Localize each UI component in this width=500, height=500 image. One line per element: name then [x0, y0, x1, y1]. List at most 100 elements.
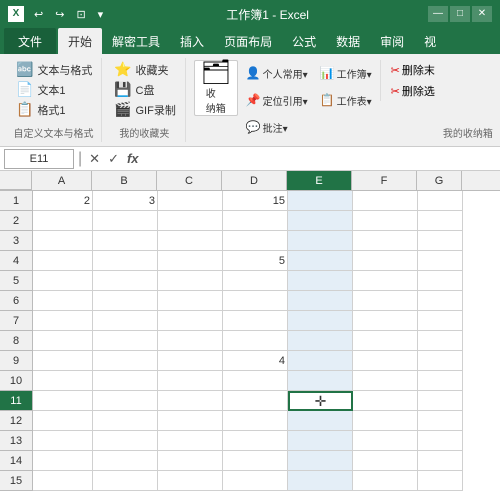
personal-button[interactable]: 👤 个人常用▾ — [242, 60, 312, 86]
tab-formula[interactable]: 公式 — [282, 28, 326, 54]
cell-b10[interactable] — [93, 371, 158, 391]
cell-f3[interactable] — [353, 231, 418, 251]
cell-a10[interactable] — [33, 371, 93, 391]
cell-g4[interactable] — [418, 251, 463, 271]
cell-g1[interactable] — [418, 191, 463, 211]
text-format-button[interactable]: 🔤 文本与格式 — [12, 60, 96, 79]
cell-c15[interactable] — [158, 471, 223, 491]
cell-f13[interactable] — [353, 431, 418, 451]
cell-e9[interactable] — [288, 351, 353, 371]
col-header-b[interactable]: B — [92, 171, 157, 190]
cell-a6[interactable] — [33, 291, 93, 311]
cell-a2[interactable] — [33, 211, 93, 231]
cell-e10[interactable] — [288, 371, 353, 391]
cell-g13[interactable] — [418, 431, 463, 451]
cell-c6[interactable] — [158, 291, 223, 311]
cell-d4[interactable]: 5 — [223, 251, 288, 271]
cell-f8[interactable] — [353, 331, 418, 351]
cell-g15[interactable] — [418, 471, 463, 491]
cell-b8[interactable] — [93, 331, 158, 351]
tab-view[interactable]: 视 — [414, 28, 446, 54]
cell-c1[interactable] — [158, 191, 223, 211]
inbox-button[interactable]: 🗂 收纳箱 — [194, 60, 238, 116]
cell-a9[interactable] — [33, 351, 93, 371]
cell-f12[interactable] — [353, 411, 418, 431]
cell-b12[interactable] — [93, 411, 158, 431]
cell-f2[interactable] — [353, 211, 418, 231]
col-header-d[interactable]: D — [222, 171, 287, 190]
worksheet-button[interactable]: 📋 工作表▾ — [316, 87, 376, 113]
locate-button[interactable]: 📌 定位引用▾ — [242, 87, 312, 113]
cell-b6[interactable] — [93, 291, 158, 311]
cell-b7[interactable] — [93, 311, 158, 331]
cell-f6[interactable] — [353, 291, 418, 311]
row-header-10[interactable]: 10 — [0, 371, 32, 391]
row-header-9[interactable]: 9 — [0, 351, 32, 371]
cell-b13[interactable] — [93, 431, 158, 451]
col-header-e[interactable]: E — [287, 171, 352, 190]
cell-c8[interactable] — [158, 331, 223, 351]
cell-d7[interactable] — [223, 311, 288, 331]
cell-e14[interactable] — [288, 451, 353, 471]
cell-f7[interactable] — [353, 311, 418, 331]
confirm-formula-button[interactable]: ✓ — [105, 151, 122, 167]
cdisk-button[interactable]: 💾 C盘 — [110, 80, 180, 99]
cell-b9[interactable] — [93, 351, 158, 371]
cell-d11[interactable] — [223, 391, 288, 411]
row-header-5[interactable]: 5 — [0, 271, 32, 291]
cell-c3[interactable] — [158, 231, 223, 251]
cell-b14[interactable] — [93, 451, 158, 471]
cell-a11[interactable] — [33, 391, 93, 411]
cell-a7[interactable] — [33, 311, 93, 331]
cell-g7[interactable] — [418, 311, 463, 331]
cancel-formula-button[interactable]: ✕ — [86, 151, 103, 167]
cell-g8[interactable] — [418, 331, 463, 351]
cell-g5[interactable] — [418, 271, 463, 291]
cell-e3[interactable] — [288, 231, 353, 251]
save-button[interactable]: ⊡ — [72, 6, 89, 23]
row-header-6[interactable]: 6 — [0, 291, 32, 311]
cell-b1[interactable]: 3 — [93, 191, 158, 211]
cell-a13[interactable] — [33, 431, 93, 451]
cell-a15[interactable] — [33, 471, 93, 491]
cell-b11[interactable] — [93, 391, 158, 411]
row-header-2[interactable]: 2 — [0, 211, 32, 231]
row-header-1[interactable]: 1 — [0, 191, 32, 211]
col-header-g[interactable]: G — [417, 171, 462, 190]
col-header-f[interactable]: F — [352, 171, 417, 190]
row-header-4[interactable]: 4 — [0, 251, 32, 271]
cell-a4[interactable] — [33, 251, 93, 271]
cell-e8[interactable] — [288, 331, 353, 351]
close-button[interactable]: ✕ — [472, 6, 492, 22]
cell-d13[interactable] — [223, 431, 288, 451]
cell-c10[interactable] — [158, 371, 223, 391]
cell-e2[interactable] — [288, 211, 353, 231]
cell-c12[interactable] — [158, 411, 223, 431]
cell-d6[interactable] — [223, 291, 288, 311]
cell-e15[interactable] — [288, 471, 353, 491]
cell-g10[interactable] — [418, 371, 463, 391]
cell-f10[interactable] — [353, 371, 418, 391]
cell-c9[interactable] — [158, 351, 223, 371]
cell-g2[interactable] — [418, 211, 463, 231]
redo-button[interactable]: ↪ — [51, 6, 68, 23]
row-header-11[interactable]: 11 — [0, 391, 32, 411]
comment-button[interactable]: 💬 批注▾ — [242, 114, 312, 140]
tab-file[interactable]: 文件 — [4, 28, 56, 54]
minimize-button[interactable]: — — [428, 6, 448, 22]
cell-d10[interactable] — [223, 371, 288, 391]
row-header-8[interactable]: 8 — [0, 331, 32, 351]
row-header-3[interactable]: 3 — [0, 231, 32, 251]
cell-f5[interactable] — [353, 271, 418, 291]
col-header-c[interactable]: C — [157, 171, 222, 190]
cell-d9[interactable]: 4 — [223, 351, 288, 371]
tab-decrypt[interactable]: 解密工具 — [102, 28, 170, 54]
cell-f1[interactable] — [353, 191, 418, 211]
col-header-a[interactable]: A — [32, 171, 92, 190]
tab-home[interactable]: 开始 — [58, 28, 102, 54]
cell-f15[interactable] — [353, 471, 418, 491]
cell-d8[interactable] — [223, 331, 288, 351]
tab-data[interactable]: 数据 — [326, 28, 370, 54]
cell-e5[interactable] — [288, 271, 353, 291]
cell-c5[interactable] — [158, 271, 223, 291]
